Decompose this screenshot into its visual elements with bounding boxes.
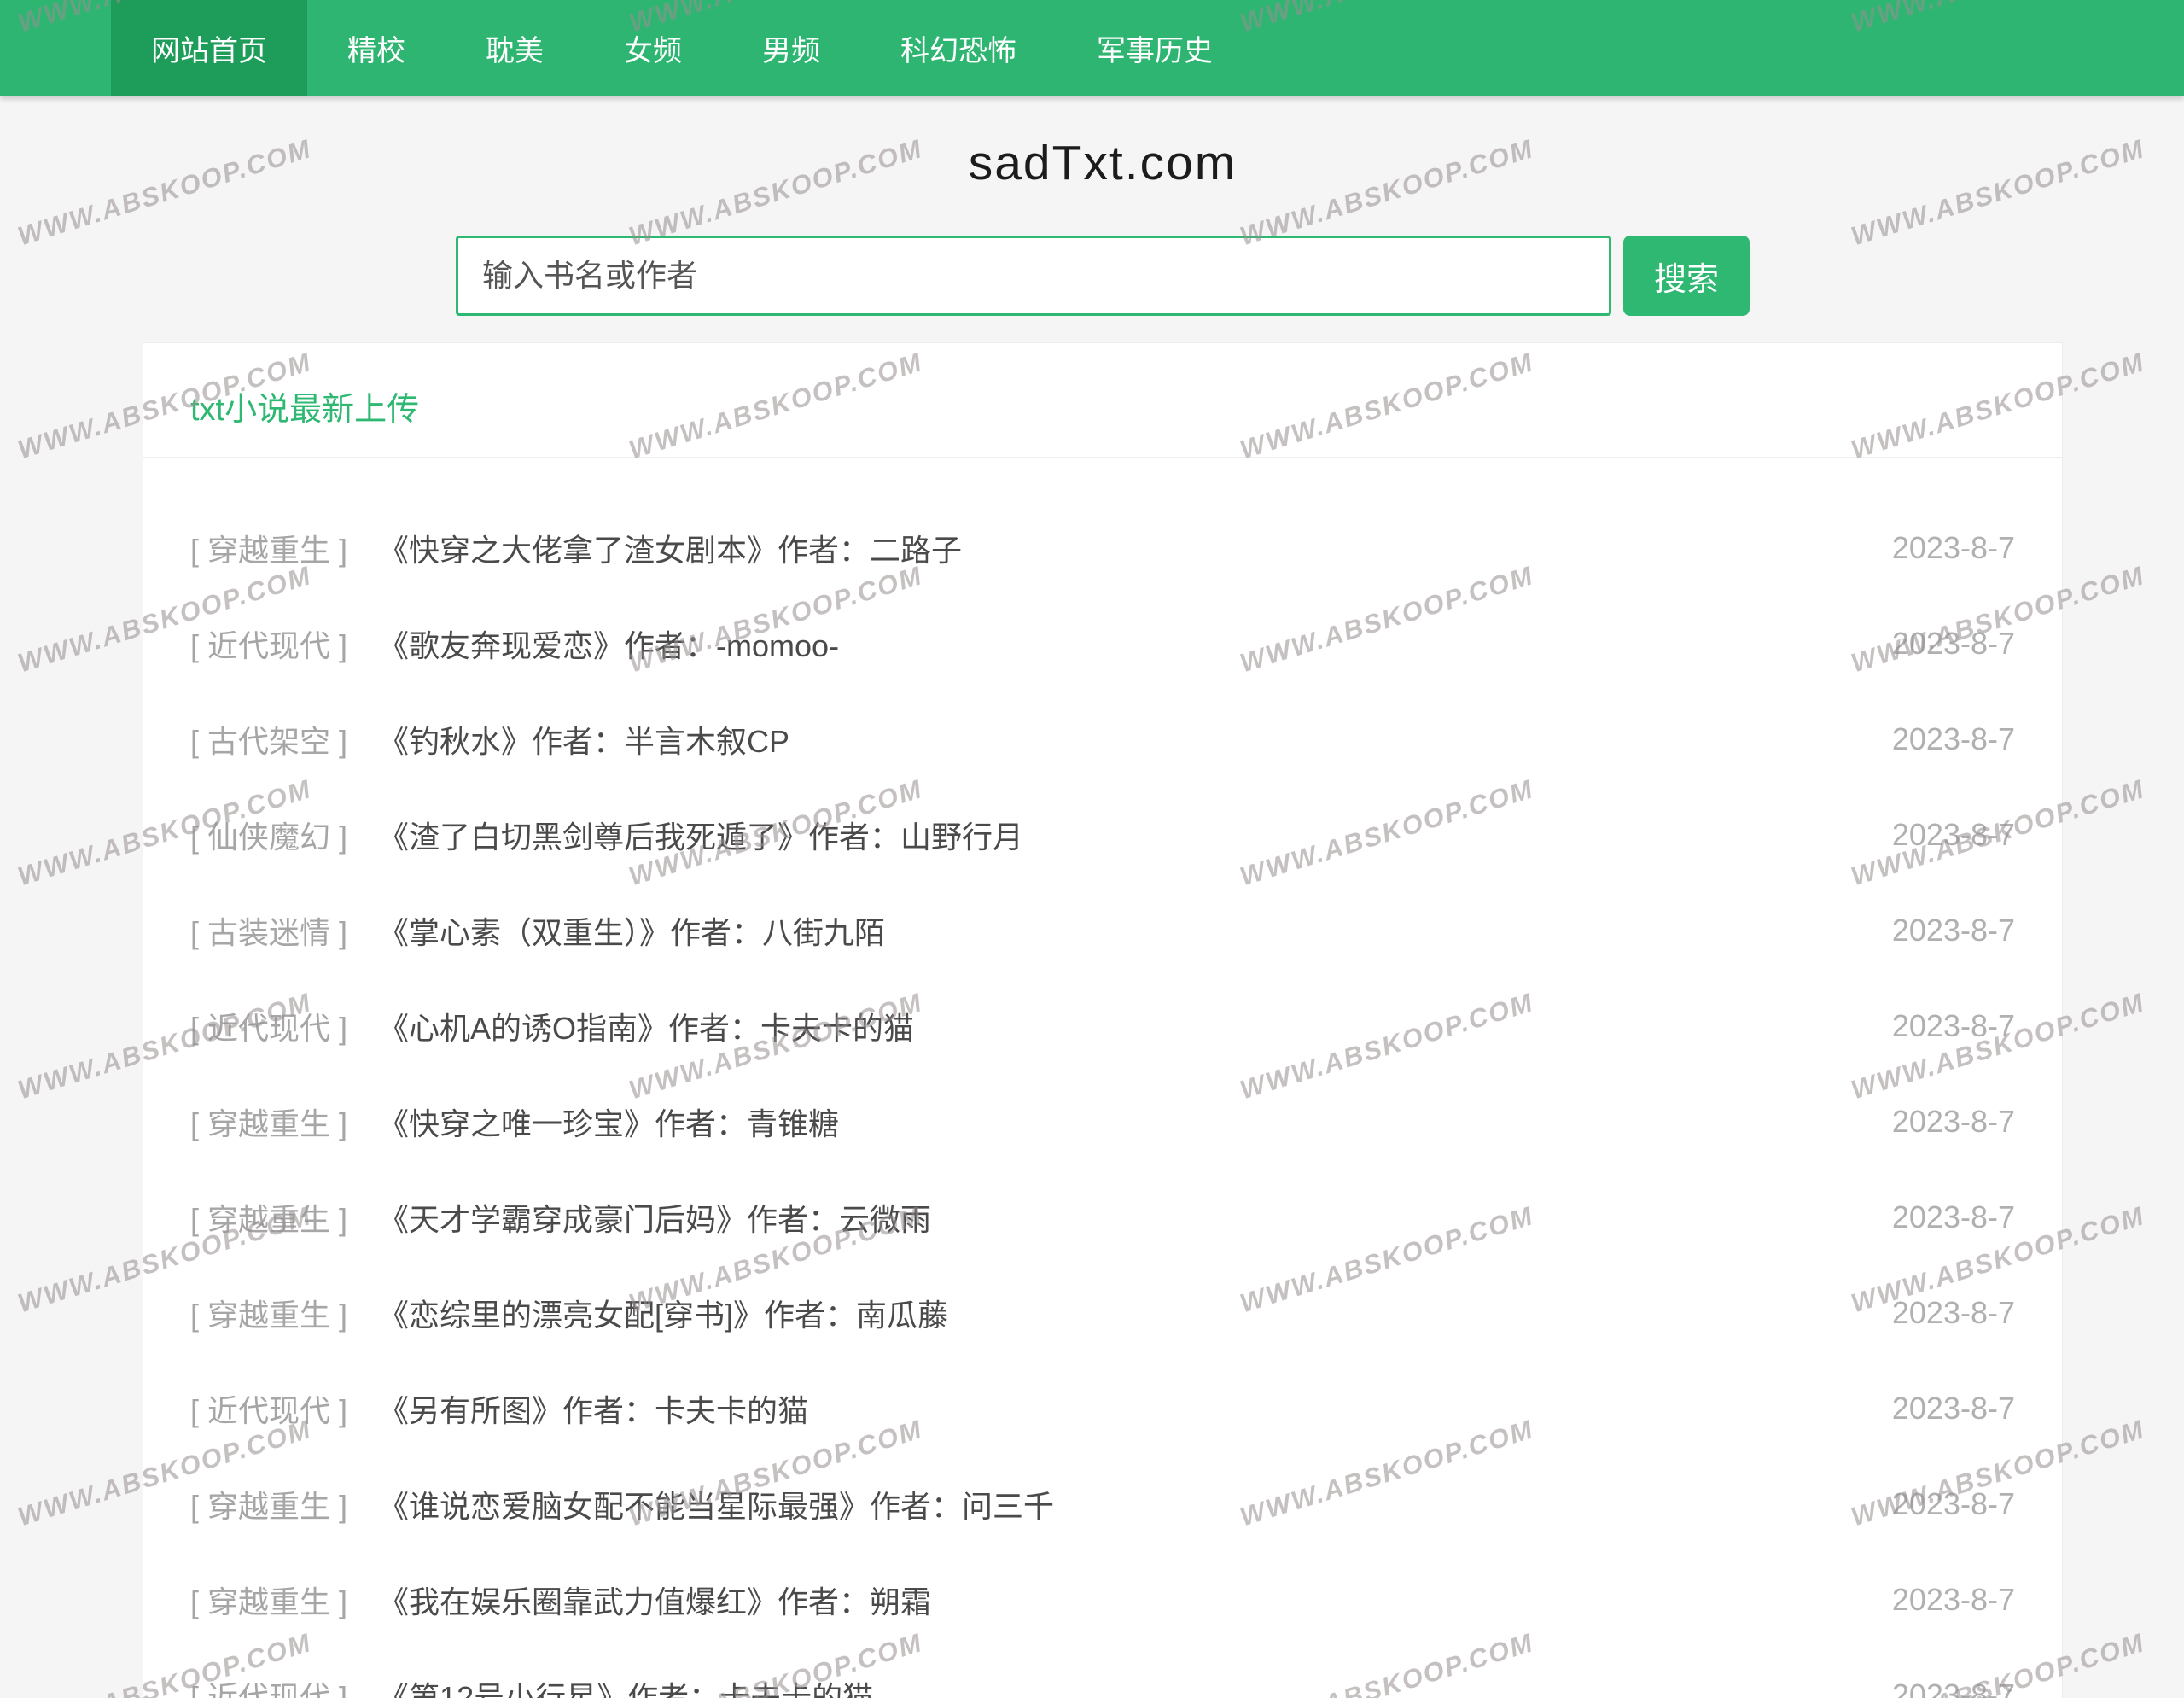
novel-row: 穿越重生《快穿之大佬拿了渣女剧本》作者：二路子 2023-8-7 — [190, 500, 2015, 596]
search-button[interactable]: 搜索 — [1623, 236, 1750, 316]
novel-row: 近代现代《心机A的诱O指南》作者：卡夫卡的猫 2023-8-7 — [190, 978, 2015, 1074]
top-navbar: 网站首页精校耽美女频男频科幻恐怖军事历史 — [0, 0, 2184, 96]
novel-link[interactable]: 《快穿之唯一珍宝》作者：青锥糖 — [378, 1100, 839, 1144]
search-input[interactable] — [456, 236, 1611, 316]
novel-link[interactable]: 《歌友奔现爱恋》作者：-momoo- — [378, 621, 839, 666]
upload-date: 2023-8-7 — [1892, 530, 2015, 566]
novel-row: 穿越重生《恋综里的漂亮女配[穿书]》作者：南瓜藤 2023-8-7 — [190, 1265, 2015, 1361]
category-tag[interactable]: 仙侠魔幻 — [190, 813, 347, 857]
novel-row: 古代架空《钓秋水》作者：半言木叙CP 2023-8-7 — [190, 691, 2015, 787]
upload-date: 2023-8-7 — [1892, 817, 2015, 853]
upload-date: 2023-8-7 — [1892, 1678, 2015, 1698]
novel-link[interactable]: 《第12号小行星》作者：卡夫卡的猫 — [378, 1673, 873, 1698]
upload-date: 2023-8-7 — [1892, 626, 2015, 662]
novel-row: 仙侠魔幻《渣了白切黑剑尊后我死遁了》作者：山野行月 2023-8-7 — [190, 787, 2015, 883]
upload-date: 2023-8-7 — [1892, 1391, 2015, 1427]
upload-date: 2023-8-7 — [1892, 1104, 2015, 1140]
novel-link[interactable]: 《钓秋水》作者：半言木叙CP — [378, 717, 789, 761]
novel-link[interactable]: 《另有所图》作者：卡夫卡的猫 — [378, 1386, 808, 1431]
search-bar: 搜索 — [143, 236, 2063, 316]
novel-row: 穿越重生《快穿之唯一珍宝》作者：青锥糖 2023-8-7 — [190, 1074, 2015, 1170]
novel-row: 古装迷情《掌心素（双重生）》作者：八街九陌 2023-8-7 — [190, 883, 2015, 978]
novel-link[interactable]: 《我在娱乐圈靠武力值爆红》作者：朔霜 — [378, 1578, 931, 1622]
category-tag[interactable]: 穿越重生 — [190, 526, 347, 570]
nav-item-6[interactable]: 军事历史 — [1057, 0, 1253, 96]
category-tag[interactable]: 穿越重生 — [190, 1291, 347, 1335]
nav-item-3[interactable]: 女频 — [584, 0, 722, 96]
site-logo: sadTxt.com — [143, 135, 2063, 191]
category-tag[interactable]: 近代现代 — [190, 1386, 347, 1431]
novel-row: 近代现代 《第12号小行星》作者：卡夫卡的猫 2023-8-7 — [190, 1648, 2015, 1698]
category-tag[interactable]: 近代现代 — [190, 1004, 347, 1048]
upload-date: 2023-8-7 — [1892, 1008, 2015, 1044]
category-tag[interactable]: 近代现代 — [190, 1673, 347, 1698]
novel-row: 近代现代《歌友奔现爱恋》作者：-momoo- 2023-8-7 — [190, 596, 2015, 691]
novel-row: 穿越重生《我在娱乐圈靠武力值爆红》作者：朔霜 2023-8-7 — [190, 1552, 2015, 1648]
upload-date: 2023-8-7 — [1892, 1582, 2015, 1618]
novel-link[interactable]: 《快穿之大佬拿了渣女剧本》作者：二路子 — [378, 526, 962, 570]
nav-item-1[interactable]: 精校 — [307, 0, 446, 96]
category-tag[interactable]: 穿越重生 — [190, 1482, 347, 1526]
category-tag[interactable]: 穿越重生 — [190, 1195, 347, 1240]
category-tag[interactable]: 穿越重生 — [190, 1578, 347, 1622]
category-tag[interactable]: 古代架空 — [190, 717, 347, 761]
novel-link[interactable]: 《掌心素（双重生）》作者：八街九陌 — [378, 908, 885, 953]
main-column: sadTxt.com 搜索 txt小说最新上传 穿越重生《快穿之大佬拿了渣女剧本… — [143, 135, 2063, 1698]
novel-list: 穿越重生《快穿之大佬拿了渣女剧本》作者：二路子2023-8-7近代现代《歌友奔现… — [143, 458, 2062, 1698]
latest-uploads-card: txt小说最新上传 穿越重生《快穿之大佬拿了渣女剧本》作者：二路子2023-8-… — [143, 342, 2063, 1698]
category-tag[interactable]: 近代现代 — [190, 621, 347, 666]
category-tag[interactable]: 古装迷情 — [190, 908, 347, 953]
category-tag[interactable]: 穿越重生 — [190, 1100, 347, 1144]
novel-link[interactable]: 《恋综里的漂亮女配[穿书]》作者：南瓜藤 — [378, 1291, 948, 1335]
novel-link[interactable]: 《心机A的诱O指南》作者：卡夫卡的猫 — [378, 1004, 914, 1048]
nav-item-4[interactable]: 男频 — [722, 0, 860, 96]
nav-item-5[interactable]: 科幻恐怖 — [860, 0, 1057, 96]
novel-link[interactable]: 《谁说恋爱脑女配不能当星际最强》作者：问三千 — [378, 1482, 1054, 1526]
upload-date: 2023-8-7 — [1892, 1295, 2015, 1331]
section-title: txt小说最新上传 — [143, 343, 2062, 458]
upload-date: 2023-8-7 — [1892, 1199, 2015, 1235]
upload-date: 2023-8-7 — [1892, 721, 2015, 757]
novel-row: 穿越重生《天才学霸穿成豪门后妈》作者：云微雨 2023-8-7 — [190, 1170, 2015, 1265]
nav-item-0[interactable]: 网站首页 — [111, 0, 307, 96]
novel-link[interactable]: 《天才学霸穿成豪门后妈》作者：云微雨 — [378, 1195, 931, 1240]
novel-row: 近代现代《另有所图》作者：卡夫卡的猫 2023-8-7 — [190, 1361, 2015, 1456]
nav-item-2[interactable]: 耽美 — [446, 0, 584, 96]
novel-link[interactable]: 《渣了白切黑剑尊后我死遁了》作者：山野行月 — [378, 813, 1023, 857]
upload-date: 2023-8-7 — [1892, 1486, 2015, 1522]
upload-date: 2023-8-7 — [1892, 913, 2015, 948]
novel-row: 穿越重生《谁说恋爱脑女配不能当星际最强》作者：问三千 2023-8-7 — [190, 1456, 2015, 1552]
